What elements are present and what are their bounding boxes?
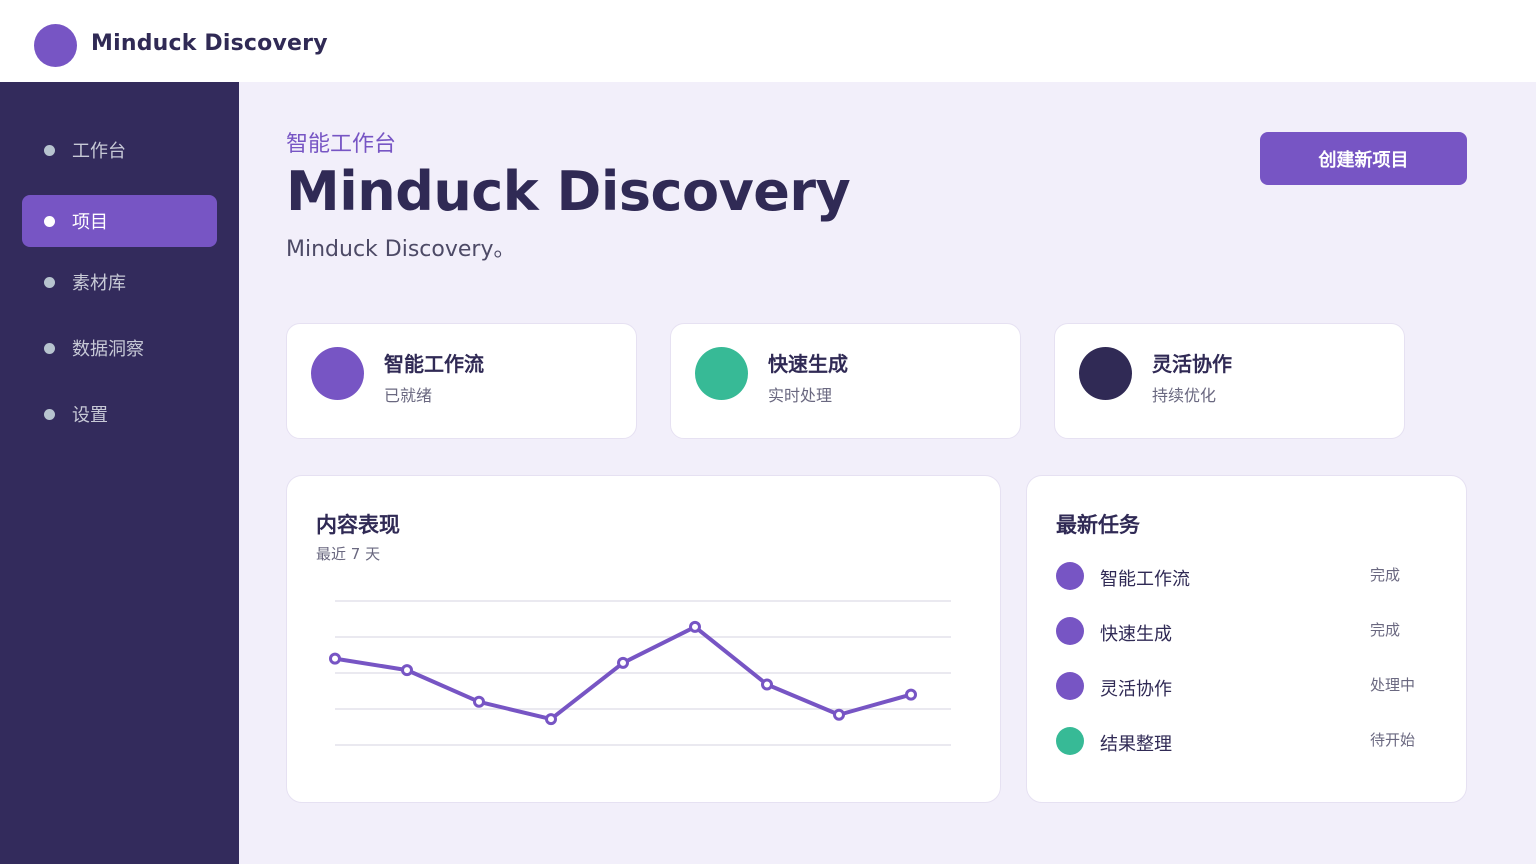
task-status-icon [1056,727,1084,755]
create-project-button[interactable]: 创建新项目 [1260,132,1467,185]
chart-point [401,664,413,677]
stat-title: 智能工作流 [384,352,484,376]
bullet-icon [44,215,55,227]
stat-card-workflow[interactable]: 智能工作流 已就绪 [286,323,637,439]
task-status: 完成 [1370,566,1401,584]
brand-name: Minduck Discovery [91,31,328,56]
chart-point [617,656,629,669]
sidebar-item-settings[interactable]: 设置 [22,388,217,440]
task-status-icon [1056,562,1084,590]
stat-title: 灵活协作 [1152,352,1232,376]
task-status-icon [1056,672,1084,700]
task-label: 结果整理 [1100,734,1172,755]
chart-point [689,620,701,633]
stat-subtitle: 已就绪 [384,386,433,405]
page-title: Minduck Discovery [286,160,851,223]
stat-subtitle: 实时处理 [768,386,833,405]
chart-point [545,713,557,726]
logo-icon [34,24,77,67]
page-subtitle: Minduck Discovery。 [286,237,516,262]
sidebar: 工作台 项目 素材库 数据洞察 设置 [0,82,239,864]
sidebar-item-assets[interactable]: 素材库 [22,256,217,308]
chart-point [761,678,773,691]
bullet-icon [44,342,55,354]
line-chart [329,600,951,746]
sidebar-item-workbench[interactable]: 工作台 [22,124,217,176]
chart-point [329,652,341,665]
top-bar: Minduck Discovery [0,0,1536,82]
bullet-icon [44,144,55,156]
list-item[interactable]: 智能工作流 完成 [1056,562,1436,592]
task-label: 快速生成 [1100,624,1172,645]
task-status: 处理中 [1370,676,1416,694]
bullet-icon [44,408,55,420]
panel-title: 最新任务 [1056,513,1140,537]
chart-point [833,708,845,721]
sidebar-item-label: 设置 [72,405,108,426]
chart-point [473,695,485,708]
sidebar-item-projects[interactable]: 项目 [22,195,217,247]
stat-title: 快速生成 [768,352,848,376]
list-item[interactable]: 快速生成 完成 [1056,617,1436,647]
task-label: 智能工作流 [1100,569,1190,590]
task-status-icon [1056,617,1084,645]
task-status: 完成 [1370,621,1401,639]
sidebar-item-label: 项目 [72,212,108,233]
sidebar-item-insights[interactable]: 数据洞察 [22,322,217,374]
stat-card-generate[interactable]: 快速生成 实时处理 [670,323,1021,439]
tasks-panel: 最新任务 智能工作流 完成 快速生成 完成 灵活协作 处理中 结果整理 待开始 [1026,475,1467,803]
collaborate-icon [1079,347,1132,400]
task-label: 灵活协作 [1100,679,1172,700]
generate-icon [695,347,748,400]
list-item[interactable]: 结果整理 待开始 [1056,727,1436,757]
stat-card-collaborate[interactable]: 灵活协作 持续优化 [1054,323,1405,439]
workflow-icon [311,347,364,400]
sidebar-item-label: 素材库 [72,273,126,294]
page-eyebrow: 智能工作台 [286,132,397,157]
chart-point [905,688,917,701]
bullet-icon [44,276,55,288]
performance-panel: 内容表现 最近 7 天 [286,475,1001,803]
task-status: 待开始 [1370,731,1416,749]
sidebar-item-label: 数据洞察 [72,339,144,360]
stat-subtitle: 持续优化 [1152,386,1217,405]
sidebar-item-label: 工作台 [72,141,126,162]
list-item[interactable]: 灵活协作 处理中 [1056,672,1436,702]
